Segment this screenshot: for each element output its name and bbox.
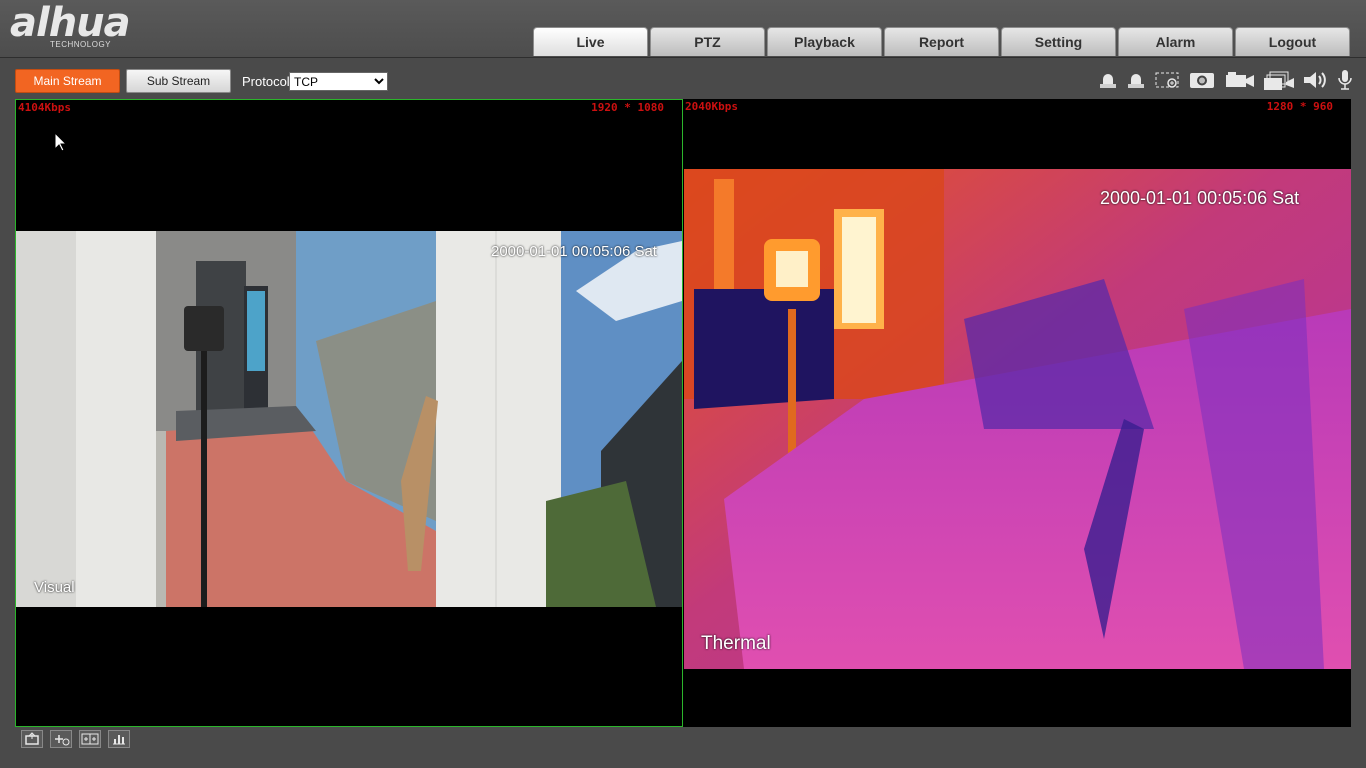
microphone-icon[interactable]: [1336, 69, 1354, 91]
channel-name: Visual: [34, 579, 75, 596]
main-nav: Live PTZ Playback Report Setting Alarm L…: [533, 27, 1352, 56]
bitrate-label: 4104Kbps: [18, 101, 71, 114]
audio-icon[interactable]: [1302, 69, 1332, 91]
tab-live[interactable]: Live: [533, 27, 648, 56]
thermal-scene-image: [684, 169, 1351, 669]
visual-video-frame: 2000-01-01 00:05:06 Sat Visual: [16, 231, 682, 607]
tab-setting[interactable]: Setting: [1001, 27, 1116, 56]
tab-playback[interactable]: Playback: [767, 27, 882, 56]
video-pane-thermal[interactable]: 2040Kbps 1280 * 960 2000-01-01 00:05:06 …: [684, 99, 1351, 727]
logo-tagline: TECHNOLOGY: [50, 40, 112, 49]
tab-ptz[interactable]: PTZ: [650, 27, 765, 56]
digital-zoom-icon[interactable]: [1154, 69, 1182, 91]
resolution-label: 1280 * 960: [1266, 100, 1333, 113]
ptz-control-icon[interactable]: [50, 730, 72, 748]
protocol-label: Protocol: [242, 74, 290, 89]
resolution-label: 1920 * 1080: [591, 101, 664, 114]
alarm-out-2-icon[interactable]: [1124, 69, 1148, 91]
tab-report[interactable]: Report: [884, 27, 999, 56]
mouse-cursor-icon: [54, 131, 68, 157]
visual-scene-image: [16, 231, 682, 607]
video-bottom-bar: [15, 728, 1351, 750]
snapshot-icon[interactable]: [1188, 69, 1216, 91]
sub-stream-button[interactable]: Sub Stream: [126, 69, 231, 93]
tab-alarm[interactable]: Alarm: [1118, 27, 1233, 56]
thermal-video-frame: 2000-01-01 00:05:06 Sat Thermal: [684, 169, 1351, 669]
video-timestamp: 2000-01-01 00:05:06 Sat: [491, 243, 657, 260]
main-stream-button[interactable]: Main Stream: [15, 69, 120, 93]
tab-logout[interactable]: Logout: [1235, 27, 1350, 56]
original-size-icon[interactable]: [21, 730, 43, 748]
video-area: 4104Kbps 1920 * 1080 2000-01-01 00:05:06…: [15, 99, 1351, 727]
video-timestamp: 2000-01-01 00:05:06 Sat: [1100, 188, 1300, 208]
alarm-out-1-icon[interactable]: [1096, 69, 1120, 91]
record-icon[interactable]: [1224, 69, 1256, 91]
top-header: alhua TECHNOLOGY Live PTZ Playback Repor…: [0, 0, 1366, 58]
window-layout-icon[interactable]: [79, 730, 101, 748]
video-pane-visual[interactable]: 4104Kbps 1920 * 1080 2000-01-01 00:05:06…: [15, 99, 683, 727]
bitrate-label: 2040Kbps: [685, 100, 738, 113]
dahua-logo: alhua TECHNOLOGY: [10, 0, 155, 52]
stream-statistics-icon[interactable]: [108, 730, 130, 748]
protocol-select[interactable]: TCP: [289, 72, 388, 91]
triple-snapshot-icon[interactable]: [1264, 69, 1296, 91]
channel-name: Thermal: [701, 633, 771, 654]
